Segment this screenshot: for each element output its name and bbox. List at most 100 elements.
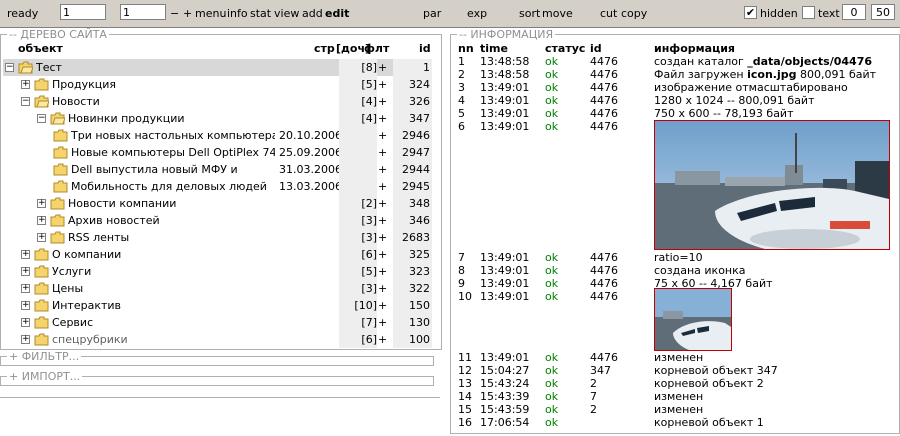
tree-row[interactable]: + Архив новостей [3] +346 — [3, 212, 432, 229]
tree-item-label[interactable]: Мобильность для деловых людей — [71, 180, 275, 193]
tree-item-label[interactable]: Новости компании — [68, 197, 335, 210]
add-child-button[interactable]: + — [378, 78, 387, 91]
add-child-button[interactable]: + — [378, 61, 387, 74]
from-field[interactable] — [842, 4, 866, 20]
tree-row[interactable]: Мобильность для деловых людей 13.03.2006 +… — [3, 178, 432, 195]
view-link[interactable]: view — [274, 7, 299, 20]
minus-button[interactable]: − — [170, 7, 179, 20]
expand-icon[interactable]: + — [37, 233, 46, 242]
add-child-button[interactable]: + — [378, 316, 387, 329]
airplane-photo[interactable] — [654, 120, 890, 250]
move-link[interactable]: move — [542, 7, 573, 20]
par-link[interactable]: par — [423, 7, 441, 20]
log-row: 8 13:49:01 ok 4476 создана иконка — [458, 264, 898, 277]
log-row: 12 15:04:27 ok 347 корневой объект 347 — [458, 364, 898, 377]
field-1[interactable] — [60, 4, 106, 20]
tree-item-label[interactable]: Тест — [36, 61, 335, 74]
tree-row[interactable]: − Новости [4] +326 — [3, 93, 432, 110]
tree-row[interactable]: + Интерактив [10] +150 — [3, 297, 432, 314]
tree-row[interactable]: + Продукция [5] +324 — [3, 76, 432, 93]
tree-row[interactable]: − Новинки продукции [4] +347 — [3, 110, 432, 127]
edit-link[interactable]: edit — [325, 7, 349, 20]
expand-icon[interactable]: + — [37, 199, 46, 208]
item-child-count: [10] — [339, 297, 377, 314]
collapse-icon[interactable]: − — [21, 97, 30, 106]
info-link[interactable]: info — [227, 7, 248, 20]
log-info: изменен — [654, 351, 703, 364]
expand-icon[interactable]: + — [21, 284, 30, 293]
menu-link[interactable]: menu — [195, 7, 226, 20]
tree-legend[interactable]: -- ДЕРЕВО САЙТА — [7, 28, 109, 41]
exp-link[interactable]: exp — [467, 7, 487, 20]
add-child-button[interactable]: + — [378, 333, 387, 346]
expand-icon[interactable]: + — [37, 216, 46, 225]
folder-icon — [53, 129, 68, 142]
tree-item-label[interactable]: Новые компьютеры Dell OptiPlex 745 — [71, 146, 275, 159]
add-child-button[interactable]: + — [378, 146, 387, 159]
info-legend[interactable]: -- ИНФОРМАЦИЯ — [457, 28, 555, 41]
tree-item-label[interactable]: спецрубрики — [52, 333, 335, 346]
tree-item-label[interactable]: Интерактив — [52, 299, 335, 312]
add-child-button[interactable]: + — [378, 214, 387, 227]
tree-item-label[interactable]: Новости — [52, 95, 335, 108]
tree-row[interactable]: + Сервис [7] +130 — [3, 314, 432, 331]
tree-row[interactable]: + спецрубрики [6] +100 — [3, 331, 432, 348]
tree-row[interactable]: + RSS ленты [3] +2683 — [3, 229, 432, 246]
add-child-button[interactable]: + — [378, 112, 387, 125]
tree-item-label[interactable]: RSS ленты — [68, 231, 335, 244]
tree-row[interactable]: + Цены [3] +322 — [3, 280, 432, 297]
tree-row[interactable]: Dell выпустила новый МФУ и 31.03.2006 +294… — [3, 161, 432, 178]
child-count-text: [8] — [361, 61, 377, 74]
expand-icon[interactable]: + — [21, 267, 30, 276]
tree-item-label[interactable]: Архив новостей — [68, 214, 335, 227]
tree-item-label[interactable]: Продукция — [52, 78, 335, 91]
copy-link[interactable]: copy — [621, 7, 647, 20]
tree-row[interactable]: Три новых настольных компьютера 20.10.200… — [3, 127, 432, 144]
sort-link[interactable]: sort — [519, 7, 540, 20]
tree-item-label[interactable]: Новинки продукции — [68, 112, 335, 125]
log-info-pre: изображение отмасштабировано — [654, 81, 848, 94]
airplane-thumbnail[interactable] — [654, 288, 732, 351]
add-child-button[interactable]: + — [378, 299, 387, 312]
add-child-button[interactable]: + — [378, 95, 387, 108]
expand-icon[interactable]: + — [21, 80, 30, 89]
hidden-checkbox[interactable]: ✔ — [744, 6, 757, 19]
expand-icon[interactable]: + — [21, 301, 30, 310]
cut-link[interactable]: cut — [600, 7, 617, 20]
stat-link[interactable]: stat — [250, 7, 271, 20]
add-child-button[interactable]: + — [378, 282, 387, 295]
log-info: корневой объект 347 — [654, 364, 778, 377]
tree-row[interactable]: Новые компьютеры Dell OptiPlex 745 25.09.… — [3, 144, 432, 161]
tree-row[interactable]: + О компании [6] +325 — [3, 246, 432, 263]
tree-item-label[interactable]: Услуги — [52, 265, 335, 278]
import-legend[interactable]: + ИМПОРТ... — [7, 370, 82, 383]
add-child-button[interactable]: + — [378, 265, 387, 278]
tree-row[interactable]: + Новости компании [2] +348 — [3, 195, 432, 212]
count-field[interactable] — [871, 4, 895, 20]
info-col-info: информация — [654, 42, 735, 55]
field-2[interactable] — [120, 4, 166, 20]
add-child-button[interactable]: + — [378, 231, 387, 244]
tree-item-label[interactable]: Цены — [52, 282, 335, 295]
add-child-button[interactable]: + — [378, 248, 387, 261]
collapse-icon[interactable]: − — [5, 63, 14, 72]
tree-row[interactable]: + Услуги [5] +323 — [3, 263, 432, 280]
add-child-button[interactable]: + — [378, 180, 387, 193]
filter-legend[interactable]: + ФИЛЬТР... — [7, 350, 81, 363]
collapse-icon[interactable]: − — [37, 114, 46, 123]
expand-icon[interactable]: + — [21, 335, 30, 344]
tree-item-label[interactable]: Сервис — [52, 316, 335, 329]
tree-item-label[interactable]: О компании — [52, 248, 335, 261]
add-child-button[interactable]: + — [378, 197, 387, 210]
expand-icon[interactable]: + — [21, 318, 30, 327]
text-checkbox[interactable] — [802, 6, 815, 19]
tree-item-label[interactable]: Dell выпустила новый МФУ и — [71, 163, 275, 176]
plus-button[interactable]: + — [183, 7, 192, 20]
add-link[interactable]: add — [302, 7, 323, 20]
tree-item-label[interactable]: Три новых настольных компьютера — [71, 129, 275, 142]
log-id: 2 — [590, 377, 597, 390]
tree-row[interactable]: − Тест [8] +1 — [3, 59, 432, 76]
expand-icon[interactable]: + — [21, 250, 30, 259]
add-child-button[interactable]: + — [378, 163, 387, 176]
add-child-button[interactable]: + — [378, 129, 387, 142]
